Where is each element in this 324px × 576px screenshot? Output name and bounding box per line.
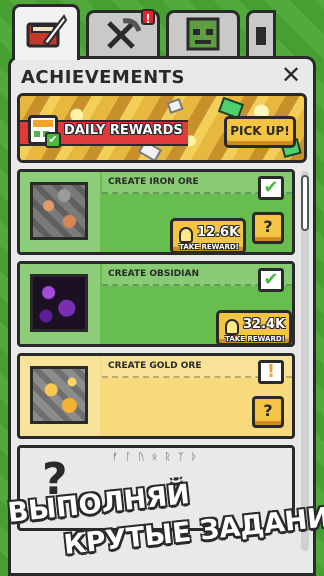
check-icon: ✔ (258, 176, 284, 200)
book-feather-icon (24, 12, 68, 56)
alert-icon: ! (258, 360, 284, 384)
tab-alert-badge: ! (141, 9, 155, 26)
list-item: CREATE IRON ORE ✔ 12.6K TAKE REWARD! ? (17, 169, 295, 255)
check-icon: ✔ (258, 268, 284, 292)
tab-achievements[interactable] (12, 4, 80, 60)
take-reward-label: TAKE REWARD! (179, 243, 239, 251)
tab-tools[interactable]: ! (86, 9, 160, 60)
take-reward-button[interactable]: 12.6K TAKE REWARD! (170, 218, 246, 252)
reward-amount: 12.6K (197, 225, 240, 240)
daily-rewards-banner: ✔ DAILY REWARDS PICK UP! (17, 93, 307, 163)
hint-button[interactable]: ? (252, 396, 284, 428)
check-icon: ✔ (45, 132, 61, 148)
list-item: CREATE GOLD ORE ! ? (17, 353, 295, 439)
take-reward-button[interactable]: 32.4K TAKE REWARD! (216, 310, 292, 344)
reward-amount: 32.4K (243, 317, 286, 332)
achievement-title: CREATE OBSIDIAN (108, 269, 200, 279)
calendar-icon: ✔ (28, 115, 61, 148)
list-item: CREATE OBSIDIAN ✔ 32.4K TAKE REWARD! (17, 261, 295, 347)
hint-button[interactable]: ? (252, 212, 284, 244)
tab-letter-icon (253, 21, 269, 53)
zombie-icon (184, 17, 222, 57)
tab-monsters[interactable] (166, 10, 240, 60)
tab-more[interactable] (246, 10, 276, 60)
scroll-thumb[interactable] (301, 175, 309, 231)
close-button[interactable]: ✕ (279, 63, 303, 87)
promo-banner: ВЫПОЛНЯЙ КРУТЫЕ ЗАДАНИЯ (0, 476, 324, 576)
pick-up-button[interactable]: PICK UP! (224, 116, 296, 148)
iron-ore-icon (30, 182, 88, 240)
obsidian-icon (30, 274, 88, 332)
lightbulb-icon (179, 227, 193, 243)
achievement-title: CREATE IRON ORE (108, 177, 199, 187)
daily-rewards-label: DAILY REWARDS (64, 123, 183, 138)
lightbulb-icon (225, 319, 239, 335)
crossed-pickaxe-icon (103, 17, 143, 57)
gold-ore-icon (30, 366, 88, 424)
locked-title: ᚠ ᛚ ᚢ ᛟ ᚱ ᛉ ᚦ (112, 452, 200, 463)
achievement-title: CREATE GOLD ORE (108, 361, 202, 371)
take-reward-label: TAKE REWARD! (225, 335, 285, 343)
panel-title: ACHIEVEMENTS (21, 67, 185, 88)
